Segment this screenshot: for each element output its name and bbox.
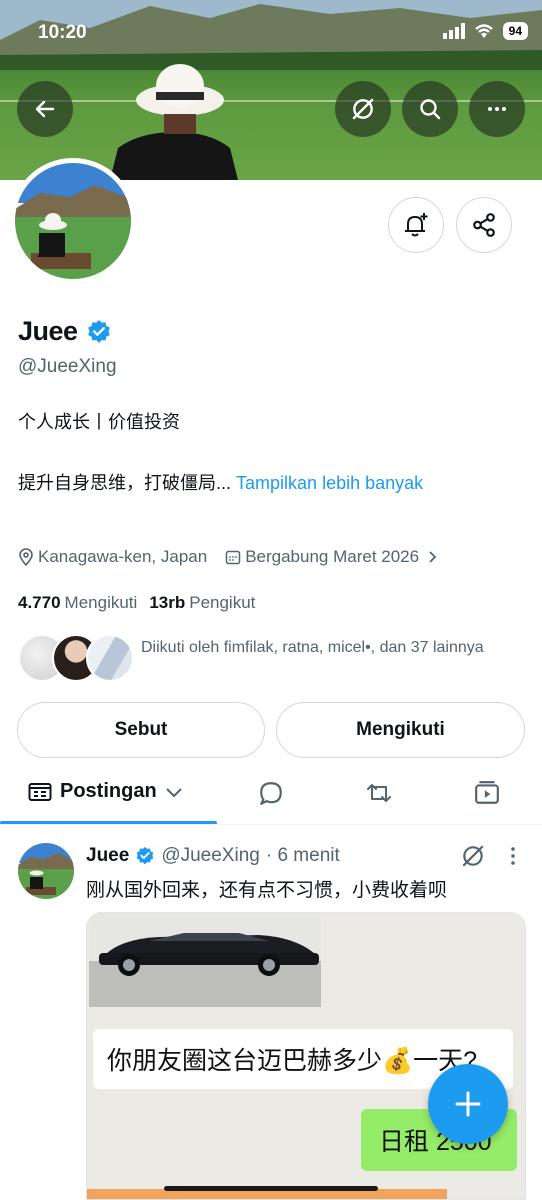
location-text: Kanagawa-ken, Japan	[38, 547, 208, 566]
location: Kanagawa-ken, Japan	[18, 547, 207, 567]
tab-posts[interactable]: Postingan	[28, 780, 183, 803]
profile-handle: @JueeXing	[18, 356, 117, 377]
post-grok-button[interactable]	[460, 843, 486, 874]
posts-icon	[28, 782, 52, 801]
more-vertical-icon	[511, 847, 515, 865]
tab-videos[interactable]	[474, 780, 500, 811]
profile-name-row: Juee	[18, 316, 112, 347]
joined-date[interactable]: Bergabung Maret 2026	[225, 547, 439, 567]
following-button[interactable]: Mengikuti	[276, 702, 525, 758]
chevron-right-icon	[429, 551, 437, 563]
search-icon	[420, 99, 441, 120]
grok-icon	[352, 98, 374, 120]
follow-stats: 4.770 Mengikuti 13rb Pengikut	[18, 593, 255, 613]
repost-icon	[367, 784, 391, 802]
profile-name: Juee	[18, 316, 78, 346]
following-count: 4.770	[18, 593, 61, 612]
post-time: · 6 menit	[265, 845, 340, 866]
post-more-button[interactable]	[506, 845, 520, 872]
wifi-icon	[474, 24, 493, 38]
bell-plus-icon	[405, 213, 428, 237]
avatar-image	[15, 163, 131, 279]
verified-icon[interactable]	[86, 319, 112, 345]
followers-label: Pengikut	[189, 593, 256, 612]
profile-tabs: Postingan	[0, 766, 542, 825]
followers-count: 13rb	[149, 593, 186, 612]
tab-replies[interactable]	[258, 780, 284, 811]
followers-stat[interactable]: 13rb Pengikut	[149, 593, 255, 613]
banner-person	[110, 64, 238, 180]
search-button[interactable]	[402, 81, 458, 137]
tab-reposts[interactable]	[365, 780, 393, 811]
more-button[interactable]	[469, 81, 525, 137]
post-media[interactable]: 你朋友圈这台迈巴赫多少💰一天? 日租 2500	[86, 912, 526, 1200]
field-line	[0, 100, 542, 102]
post-text: 刚从国外回来，还有点不习惯，小费收着呗	[86, 880, 448, 901]
signal-icon	[442, 23, 465, 39]
car-image	[89, 913, 321, 1007]
compose-button[interactable]	[428, 1064, 508, 1144]
verified-icon	[136, 846, 154, 865]
following-stat[interactable]: 4.770 Mengikuti	[18, 593, 137, 613]
car-photo	[89, 913, 321, 1007]
share-profile-button[interactable]	[456, 197, 512, 253]
status-icons: 94	[442, 22, 528, 40]
following-label: Mengikuti	[64, 593, 138, 612]
post-author-name[interactable]: Juee	[86, 845, 129, 867]
joined-text: Bergabung Maret 2026	[245, 547, 420, 566]
plus-icon	[455, 1091, 481, 1117]
profile-meta: Kanagawa-ken, Japan Bergabung Maret 2026	[18, 547, 457, 567]
share-icon	[473, 213, 495, 237]
post-avatar-image	[18, 843, 74, 899]
mention-button[interactable]: Sebut	[17, 702, 265, 758]
post-avatar[interactable]	[18, 843, 74, 899]
back-arrow-icon	[35, 100, 55, 118]
avatar	[86, 634, 134, 682]
reply-icon	[260, 782, 282, 805]
known-followers-avatars[interactable]	[18, 634, 134, 682]
followed-by-text[interactable]: Diikuti oleh fimfilak, ratna, micel•, da…	[141, 636, 511, 659]
tab-posts-label: Postingan	[60, 780, 157, 802]
bio-line-2: 提升自身思维，打破僵局... Tampilkan lebih banyak	[18, 469, 423, 495]
post-header: Juee @JueeXing · 6 menit	[86, 845, 340, 867]
home-indicator	[164, 1186, 378, 1191]
bio-line-1: 个人成长丨价值投资	[18, 412, 180, 432]
show-more-link[interactable]: Tampilkan lebih banyak	[236, 473, 423, 493]
calendar-icon	[225, 550, 241, 565]
profile-avatar[interactable]	[10, 158, 136, 284]
video-icon	[475, 781, 499, 804]
post-author-handle: @JueeXing	[161, 845, 260, 866]
battery-indicator: 94	[502, 22, 528, 40]
more-icon	[488, 107, 506, 111]
chevron-down-icon	[165, 787, 182, 797]
back-button[interactable]	[17, 81, 73, 137]
grok-icon	[462, 845, 484, 867]
tabs-divider	[0, 824, 542, 825]
status-time: 10:20	[38, 22, 87, 43]
notify-button[interactable]	[388, 197, 444, 253]
bio-line-2-text: 提升自身思维，打破僵局...	[18, 473, 232, 493]
location-icon	[19, 548, 33, 566]
status-bar: 10:20 94	[0, 0, 542, 66]
grok-button[interactable]	[335, 81, 391, 137]
